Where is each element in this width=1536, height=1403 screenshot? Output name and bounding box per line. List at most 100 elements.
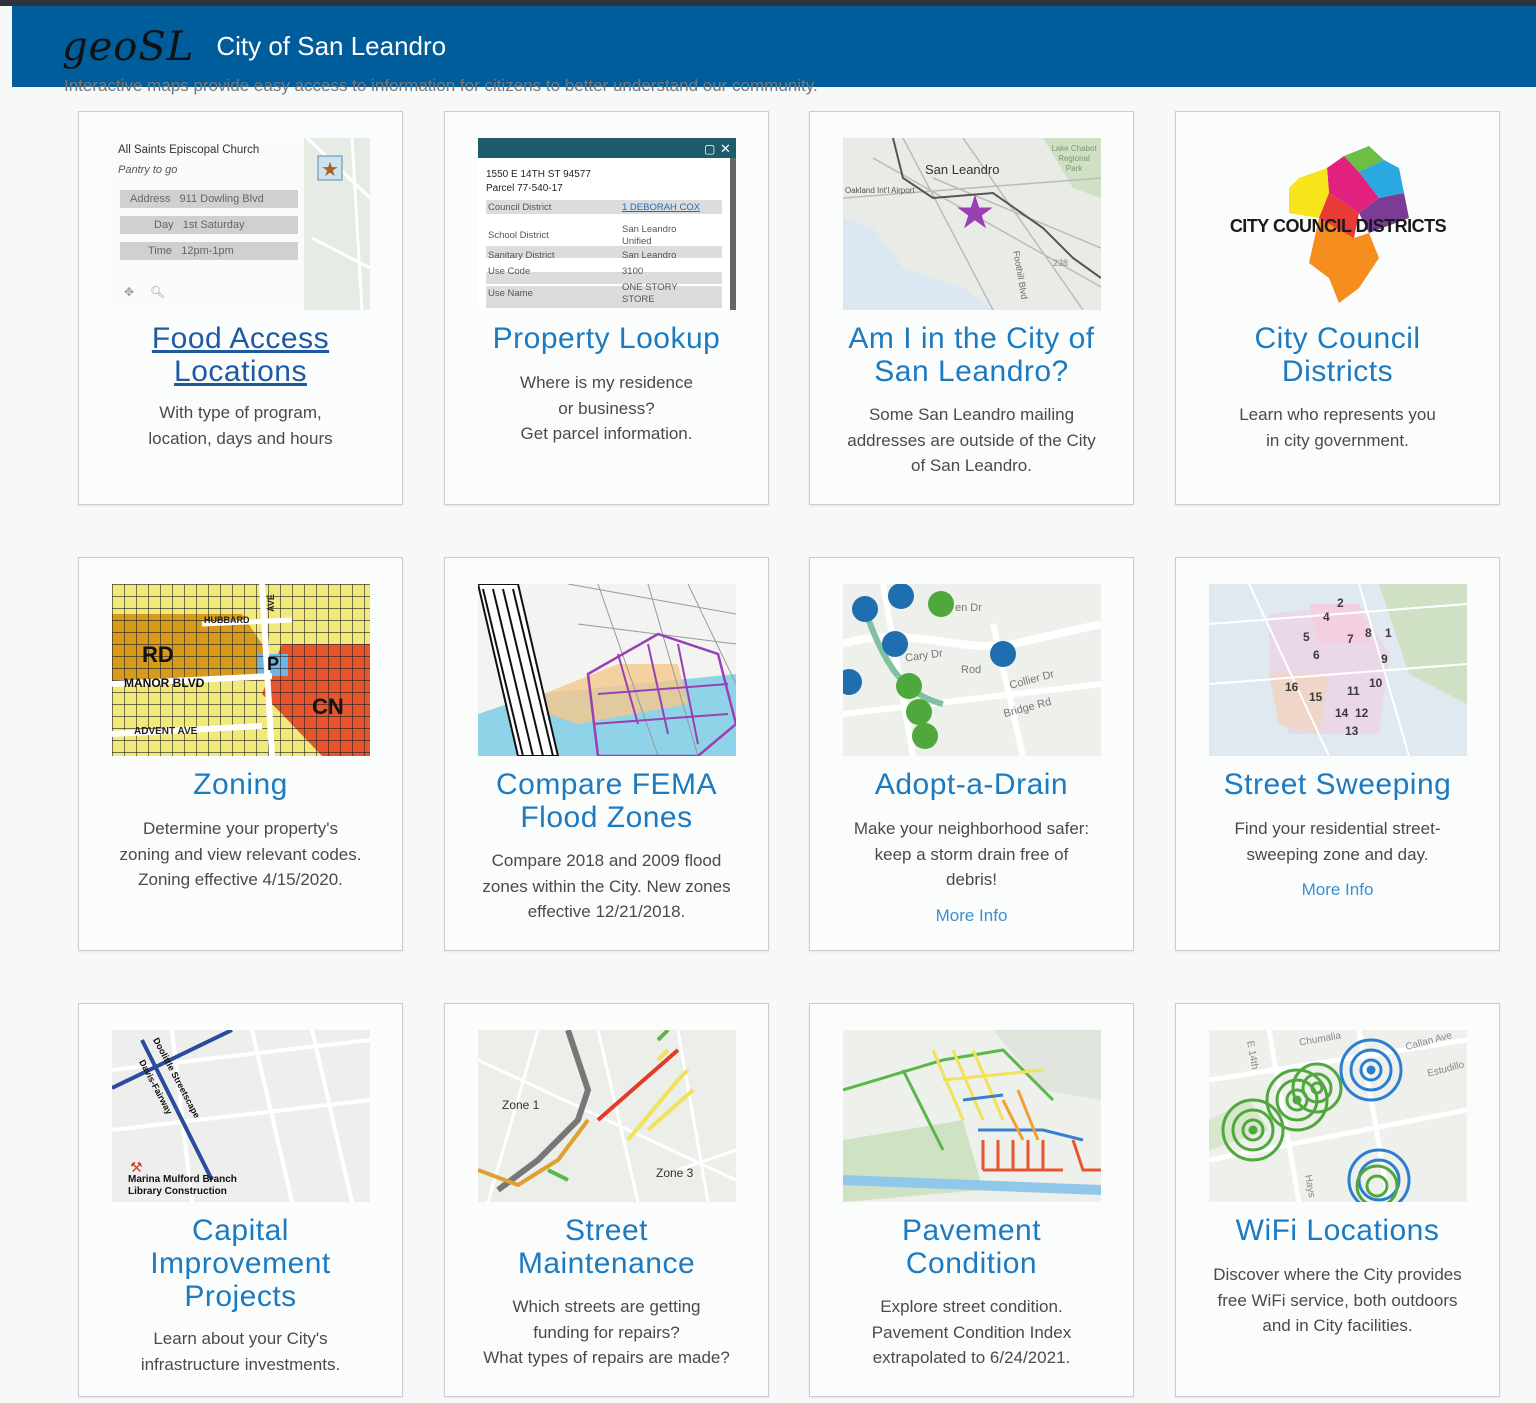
thumb-parcel: Parcel 77-540-17 <box>486 183 563 194</box>
more-info-link[interactable]: More Info <box>810 906 1133 926</box>
card-wifi-locations[interactable]: E 14th Callan Ave Estudillo Hays Chumali… <box>1175 1003 1500 1397</box>
card-pavement-condition[interactable]: Pavement Condition Explore street condit… <box>809 1003 1134 1397</box>
zone-15: 15 <box>1309 690 1323 704</box>
star-marker-icon: ★ <box>321 159 339 181</box>
zone-11: 11 <box>1347 684 1360 698</box>
card-food-access[interactable]: ★ ✥ 🔍︎ All Saints Episcopal Church Pantr… <box>78 111 403 505</box>
card-desc-fema-flood: Compare 2018 and 2009 flood zones within … <box>482 851 731 921</box>
label-library: Marina Mulford Branch Library Constructio… <box>128 1174 237 1197</box>
card-desc-zoning: Determine your property's zoning and view… <box>119 819 362 889</box>
card-adopt-drain[interactable]: Cary Dr Collier Dr Bridge Rd Rod en Dr A… <box>809 557 1134 951</box>
card-desc-wifi-locations: Discover where the City provides free WiF… <box>1213 1265 1462 1335</box>
card-title-pavement-condition[interactable]: Pavement Condition <box>880 1214 1063 1280</box>
zone-label-cn: CN <box>312 694 344 719</box>
close-icon: ✕ <box>720 141 731 156</box>
thumb-tagline: Pantry to go <box>118 164 178 176</box>
card-title-street-maintenance[interactable]: Street Maintenance <box>505 1214 708 1280</box>
zone-7: 7 <box>1347 632 1354 646</box>
card-title-property-lookup[interactable]: Property Lookup <box>455 322 758 355</box>
wifi-hotspot-icon-1 <box>1221 1098 1285 1162</box>
street-en: en Dr <box>955 602 982 614</box>
zone-4: 4 <box>1323 610 1330 624</box>
thumb-adopt-drain[interactable]: Cary Dr Collier Dr Bridge Rd Rod en Dr <box>843 584 1101 756</box>
zone-6: 6 <box>1313 648 1320 662</box>
card-title-food-access[interactable]: Food Access Locations <box>89 322 392 388</box>
card-title-adopt-drain[interactable]: Adopt-a-Drain <box>820 768 1123 801</box>
locate-icon: ✥ <box>124 285 134 299</box>
zone-8: 8 <box>1365 626 1372 640</box>
card-desc-adopt-drain: Make your neighborhood safer: keep a stor… <box>853 819 1090 889</box>
thumb-street-sweeping[interactable]: 2 4 7 8 1 5 6 9 10 16 15 11 14 12 13 <box>1209 584 1467 756</box>
card-title-city-boundary[interactable]: Am I in the City of San Leandro? <box>840 322 1103 388</box>
card-property-lookup[interactable]: ▢ ✕ 1550 E 14TH ST 94577 Parcel 77-540-1… <box>444 111 769 505</box>
zone-16: 16 <box>1285 680 1299 694</box>
card-desc-property-lookup: Where is my residence or business? Get par… <box>520 373 693 443</box>
thumb-capital-improvement[interactable]: ⚒ Doolittle Streetscape Davis-Fairway Ma… <box>112 1030 370 1202</box>
thumb-city-label: San Leandro <box>925 162 1000 177</box>
card-title-street-sweeping[interactable]: Street Sweeping <box>1186 768 1489 801</box>
card-council-districts[interactable]: CITY COUNCIL DISTRICTS City Council Dist… <box>1175 111 1500 505</box>
card-street-sweeping[interactable]: 2 4 7 8 1 5 6 9 10 16 15 11 14 12 13 Str… <box>1175 557 1500 951</box>
thumb-food-access[interactable]: ★ ✥ 🔍︎ All Saints Episcopal Church Pantr… <box>112 138 370 310</box>
card-title-capital-improvement[interactable]: Capital Improvement Projects <box>129 1214 352 1313</box>
zone-12: 12 <box>1355 706 1369 720</box>
card-desc-city-boundary: Some San Leandro mailing addresses are ou… <box>847 405 1096 475</box>
maximize-icon: ▢ <box>704 142 715 156</box>
thumb-row-day: Day 1st Saturday <box>154 219 245 231</box>
location-star-icon: ★ <box>954 186 995 238</box>
thumb-fema-flood[interactable] <box>478 584 736 756</box>
card-street-maintenance[interactable]: Zone 1 Zone 3 Street Maintenance Which s… <box>444 1003 769 1397</box>
thumb-council-districts[interactable]: CITY COUNCIL DISTRICTS <box>1209 138 1467 310</box>
thumb-street-maintenance[interactable]: Zone 1 Zone 3 <box>478 1030 736 1202</box>
more-info-link[interactable]: More Info <box>1176 880 1499 900</box>
page-subtitle: Interactive maps provide easy access to … <box>64 76 818 95</box>
zone-13: 13 <box>1345 724 1359 738</box>
card-title-zoning[interactable]: Zoning <box>89 768 392 801</box>
card-desc-street-sweeping: Find your residential street-sweeping zo… <box>1234 819 1441 864</box>
thumb-property-lookup[interactable]: ▢ ✕ 1550 E 14TH ST 94577 Parcel 77-540-1… <box>478 138 736 310</box>
card-desc-food-access: With type of program, location, days and … <box>148 403 333 448</box>
site-title[interactable]: City of San Leandro <box>216 31 446 62</box>
card-desc-pavement-condition: Explore street condition. Pavement Condit… <box>871 1297 1072 1367</box>
site-header: geoSL City of San Leandro <box>12 6 1536 87</box>
zone-10: 10 <box>1369 676 1383 690</box>
zone-9: 9 <box>1381 652 1388 666</box>
thumb-attribute-table: Council District 1 DEBORAH COX School Dis… <box>488 202 701 305</box>
thumb-city-boundary[interactable]: ★ San Leandro Oakland Int'l Airport Lake… <box>843 138 1101 310</box>
thumb-row-address: Address 911 Dowling Blvd <box>130 193 264 205</box>
drain-markers <box>843 584 1016 749</box>
street-rod: Rod <box>961 664 982 676</box>
zone-14: 14 <box>1335 706 1349 720</box>
thumb-wifi-locations[interactable]: E 14th Callan Ave Estudillo Hays Chumali… <box>1209 1030 1467 1202</box>
thumb-row-time: Time 12pm-1pm <box>148 245 234 257</box>
thumb-banner: CITY COUNCIL DISTRICTS <box>1229 216 1447 236</box>
card-title-fema-flood[interactable]: Compare FEMA Flood Zones <box>485 768 728 834</box>
wifi-hotspot-icon-4 <box>1339 1038 1403 1102</box>
street-manor: MANOR BLVD <box>124 676 205 690</box>
street-hubbard: HUBBARD <box>204 615 250 625</box>
construction-icon: ⚒ <box>130 1159 143 1175</box>
thumb-place: All Saints Episcopal Church <box>118 144 260 156</box>
zone-label-p: P <box>267 654 280 674</box>
thumb-address: 1550 E 14TH ST 94577 <box>486 169 591 180</box>
card-desc-street-maintenance: Which streets are getting funding for rep… <box>483 1297 730 1367</box>
card-title-council-districts[interactable]: City Council Districts <box>1226 322 1449 388</box>
card-capital-improvement[interactable]: ⚒ Doolittle Streetscape Davis-Fairway Ma… <box>78 1003 403 1397</box>
geosl-logo[interactable]: geoSL <box>62 24 194 70</box>
card-city-boundary[interactable]: ★ San Leandro Oakland Int'l Airport Lake… <box>809 111 1134 505</box>
label-zone-3: Zone 3 <box>656 1166 694 1180</box>
thumb-zoning[interactable]: RD P CN HUBBARD MANOR BLVD ADVENT AVE AV… <box>112 584 370 756</box>
thumb-street2: 238 <box>1053 258 1069 268</box>
zone-label-rd: RD <box>142 642 174 667</box>
card-zoning[interactable]: RD P CN HUBBARD MANOR BLVD ADVENT AVE AV… <box>78 557 403 951</box>
thumb-pavement-condition[interactable] <box>843 1030 1101 1202</box>
card-title-wifi-locations[interactable]: WiFi Locations <box>1186 1214 1489 1247</box>
zone-2: 2 <box>1337 596 1344 610</box>
zoom-icon: 🔍︎ <box>150 285 165 299</box>
card-fema-flood[interactable]: Compare FEMA Flood Zones Compare 2018 an… <box>444 557 769 951</box>
card-desc-council-districts: Learn who represents you in city governme… <box>1239 405 1436 450</box>
zone-5: 5 <box>1303 630 1310 644</box>
card-desc-capital-improvement: Learn about your City's infrastructure in… <box>140 1329 341 1374</box>
label-zone-1: Zone 1 <box>502 1098 540 1112</box>
street-advent: ADVENT AVE <box>134 726 198 737</box>
